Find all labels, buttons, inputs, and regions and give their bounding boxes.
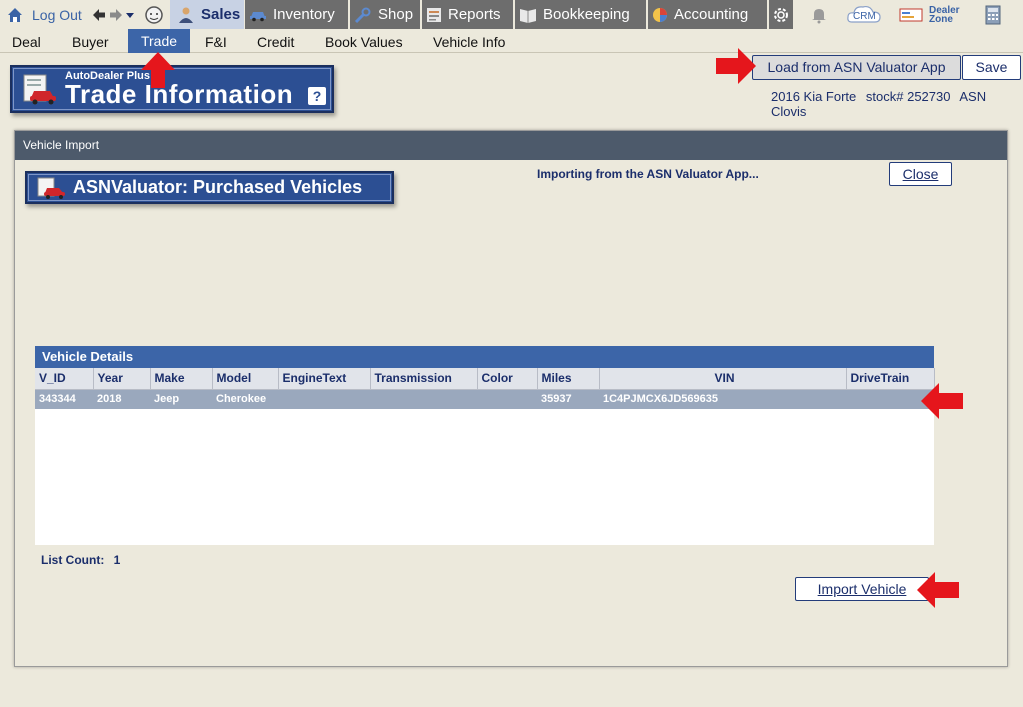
tab-bookkeeping-label: Bookkeeping xyxy=(543,6,630,23)
car-document-icon xyxy=(37,177,65,199)
subnav-vehicle-info[interactable]: Vehicle Info xyxy=(433,32,505,53)
chevron-down-icon xyxy=(126,12,134,18)
report-icon xyxy=(427,7,441,22)
arrow-right-icon xyxy=(110,8,122,21)
logout-label: Log Out xyxy=(32,6,82,23)
car-icon xyxy=(250,11,266,21)
subnav-trade[interactable]: Trade xyxy=(128,29,190,53)
subnav-fi[interactable]: F&I xyxy=(205,32,227,53)
table-row[interactable]: 343344 2018 Jeep Cherokee 35937 1C4PJMCX… xyxy=(35,389,934,409)
col-engine-text[interactable]: EngineText xyxy=(278,368,371,390)
user-avatar-button[interactable] xyxy=(144,0,164,29)
list-count-value: 1 xyxy=(113,553,121,567)
dealer-zone-button[interactable]: Dealer Zone xyxy=(899,0,969,29)
vehicle-table: V_ID Year Make Model EngineText Transmis… xyxy=(35,368,935,409)
load-from-asn-button[interactable]: Load from ASN Valuator App xyxy=(752,55,961,80)
top-toolbar: Log Out Sales Inventory Shop Reports Boo… xyxy=(0,0,1023,29)
import-vehicle-label: Import Vehicle xyxy=(817,581,907,597)
tab-inventory-label: Inventory xyxy=(273,6,335,23)
tab-sales-label: Sales xyxy=(201,6,241,23)
pie-chart-icon xyxy=(653,7,667,22)
asn-valuator-header: ASNValuator: Purchased Vehicles xyxy=(25,171,394,204)
trade-car-icon xyxy=(23,74,56,105)
bell-icon xyxy=(812,8,826,23)
settings-button[interactable] xyxy=(769,0,793,29)
book-icon xyxy=(520,8,536,23)
cell-vin: 1C4PJMCX6JD569635 xyxy=(599,389,846,409)
cell-v-id: 343344 xyxy=(35,389,93,409)
subnav-book-values[interactable]: Book Values xyxy=(325,32,403,53)
stock-label: stock# 252730 xyxy=(865,89,951,104)
close-button[interactable]: Close xyxy=(889,162,952,186)
vehicle-details-grid: Vehicle Details V_ID Year Make Model Eng… xyxy=(35,346,935,545)
subnav-credit[interactable]: Credit xyxy=(257,32,294,53)
crm-button[interactable]: CRM xyxy=(846,0,882,29)
annotation-arrow-left-icon xyxy=(921,383,963,419)
dialog-title: Vehicle Import xyxy=(15,131,1007,160)
col-make[interactable]: Make xyxy=(150,368,213,390)
cell-year: 2018 xyxy=(93,389,150,409)
annotation-arrow-left-icon xyxy=(917,572,959,608)
list-count: List Count: 1 xyxy=(41,553,120,567)
col-color[interactable]: Color xyxy=(477,368,538,390)
tab-sales[interactable]: Sales xyxy=(170,0,244,29)
tab-accounting[interactable]: Accounting xyxy=(648,0,767,29)
tab-inventory[interactable]: Inventory xyxy=(245,0,348,29)
deal-subnav: Deal Buyer Trade F&I Credit Book Values … xyxy=(0,29,1023,53)
col-miles[interactable]: Miles xyxy=(537,368,600,390)
wrench-icon xyxy=(354,7,371,23)
crm-label: CRM xyxy=(853,11,876,22)
subnav-buyer[interactable]: Buyer xyxy=(72,32,109,53)
dealer-zone-icon xyxy=(899,8,923,21)
logout-link[interactable]: Log Out xyxy=(6,0,82,29)
cell-miles: 35937 xyxy=(537,389,599,409)
save-button[interactable]: Save xyxy=(962,55,1021,80)
forward-button[interactable] xyxy=(109,0,123,29)
tab-shop-label: Shop xyxy=(378,6,414,23)
salesperson-icon xyxy=(179,7,193,23)
col-model[interactable]: Model xyxy=(212,368,279,390)
table-header-row: V_ID Year Make Model EngineText Transmis… xyxy=(35,368,935,390)
user-face-icon xyxy=(145,5,163,24)
import-vehicle-button[interactable]: Import Vehicle xyxy=(795,577,929,601)
tab-bookkeeping[interactable]: Bookkeeping xyxy=(515,0,646,29)
dealer-zone-line2: Zone xyxy=(929,13,953,25)
cell-engine-text xyxy=(278,389,370,409)
calculator-button[interactable] xyxy=(985,0,1001,29)
tab-reports[interactable]: Reports xyxy=(422,0,513,29)
annotation-arrow-up-icon xyxy=(141,52,175,88)
col-year[interactable]: Year xyxy=(93,368,151,390)
vehicle-import-dialog: Vehicle Import ASNValuator: Purchased Ve… xyxy=(14,130,1008,667)
col-vin[interactable]: VIN xyxy=(599,368,847,390)
vehicle-summary: 2016 Kia Forte stock# 252730 ASN Clovis xyxy=(771,89,1023,119)
col-transmission[interactable]: Transmission xyxy=(370,368,478,390)
arrow-left-icon xyxy=(93,8,105,21)
vehicle-label: 2016 Kia Forte xyxy=(771,89,857,104)
home-icon xyxy=(8,7,22,22)
grid-title: Vehicle Details xyxy=(35,346,934,368)
cell-transmission xyxy=(370,389,477,409)
list-count-label: List Count: xyxy=(41,553,105,567)
calculator-icon xyxy=(985,5,1001,24)
import-status: Importing from the ASN Valuator App... xyxy=(537,167,759,181)
subnav-deal[interactable]: Deal xyxy=(12,32,41,53)
tab-reports-label: Reports xyxy=(448,6,501,23)
tab-shop[interactable]: Shop xyxy=(350,0,420,29)
col-v-id[interactable]: V_ID xyxy=(35,368,94,390)
asn-valuator-title: ASNValuator: Purchased Vehicles xyxy=(73,177,363,197)
cell-model: Cherokee xyxy=(212,389,278,409)
cell-color xyxy=(477,389,537,409)
gear-icon xyxy=(774,7,788,22)
annotation-arrow-right-icon xyxy=(716,48,756,84)
notifications-button[interactable] xyxy=(810,0,828,29)
page-title: Trade Information xyxy=(65,79,294,109)
back-button[interactable] xyxy=(92,0,106,29)
cell-make: Jeep xyxy=(150,389,212,409)
help-icon[interactable]: ? xyxy=(308,87,326,105)
history-dropdown[interactable] xyxy=(125,0,135,29)
tab-accounting-label: Accounting xyxy=(674,6,749,23)
